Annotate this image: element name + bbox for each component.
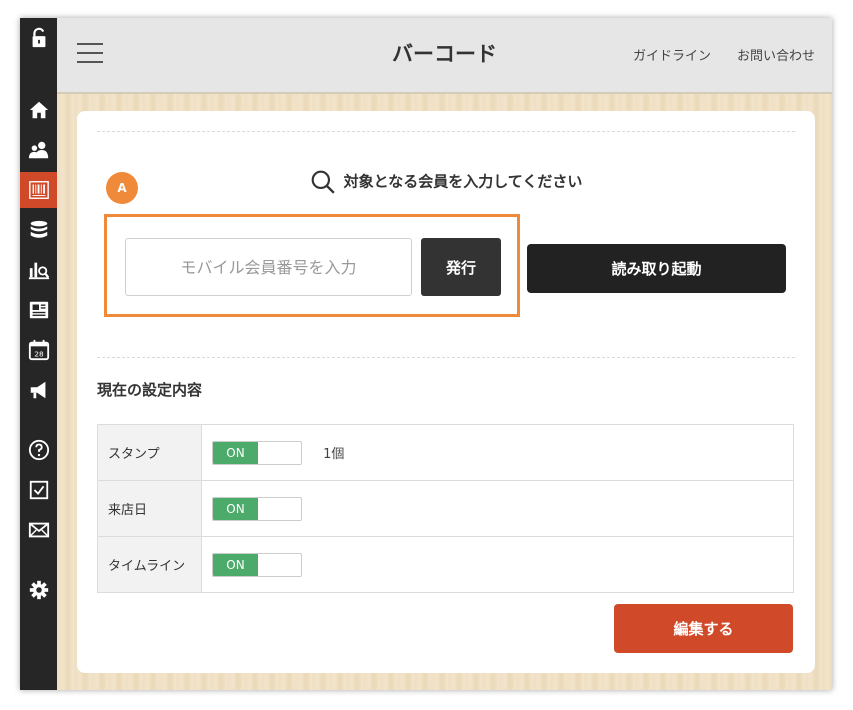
gear-icon[interactable] (20, 572, 57, 608)
visit-date-toggle[interactable]: ON (212, 496, 302, 521)
member-number-input[interactable] (125, 238, 412, 296)
annotation-badge: A (106, 172, 138, 204)
page-title: バーコード (392, 42, 497, 66)
search-prompt-text: 対象となる会員を入力してください (343, 172, 583, 191)
toggle-on-label: ON (213, 497, 258, 520)
guideline-link[interactable]: ガイドライン (633, 45, 711, 64)
divider (97, 357, 795, 358)
timeline-toggle[interactable]: ON (212, 552, 302, 577)
app-window: 28 バーコード ガイドライン お問い合わせ 対象となる会員を入力してください … (20, 18, 832, 690)
settings-table: スタンプ ON 1個 来店日 ON タイムライン ON (97, 424, 794, 593)
contact-link[interactable]: お問い合わせ (737, 45, 815, 64)
home-icon[interactable] (20, 92, 57, 128)
header: バーコード ガイドライン お問い合わせ (57, 18, 832, 94)
stamp-toggle[interactable]: ON (212, 440, 302, 465)
stamp-count: 1個 (323, 447, 345, 462)
setting-label: スタンプ (97, 424, 202, 481)
database-icon[interactable] (20, 212, 57, 248)
sidebar: 28 (20, 18, 57, 690)
search-icon (311, 170, 335, 194)
mail-icon[interactable] (20, 512, 57, 548)
barcode-card: 対象となる会員を入力してください A 発行 読み取り起動 現在の設定内容 スタン… (77, 111, 815, 673)
edit-button[interactable]: 編集する (614, 604, 793, 653)
news-icon[interactable] (20, 292, 57, 328)
analytics-icon[interactable] (20, 252, 57, 288)
divider (97, 131, 795, 132)
setting-label: 来店日 (97, 480, 202, 537)
calendar-icon-number: 28 (34, 349, 44, 358)
users-icon[interactable] (20, 132, 57, 168)
start-reading-button[interactable]: 読み取り起動 (527, 244, 786, 293)
settings-title: 現在の設定内容 (97, 381, 203, 399)
megaphone-icon[interactable] (20, 372, 57, 408)
issue-button[interactable]: 発行 (421, 238, 501, 296)
table-row: 来店日 ON (97, 480, 794, 537)
toggle-on-label: ON (213, 553, 258, 576)
checkbox-icon[interactable] (20, 472, 57, 508)
table-row: スタンプ ON 1個 (97, 424, 794, 481)
search-prompt: 対象となる会員を入力してください (77, 169, 815, 195)
barcode-icon[interactable] (20, 172, 57, 208)
setting-label: タイムライン (97, 536, 202, 593)
table-row: タイムライン ON (97, 536, 794, 593)
toggle-on-label: ON (213, 441, 258, 464)
unlock-icon[interactable] (20, 20, 57, 56)
help-icon[interactable] (20, 432, 57, 468)
calendar-icon[interactable]: 28 (20, 332, 57, 368)
